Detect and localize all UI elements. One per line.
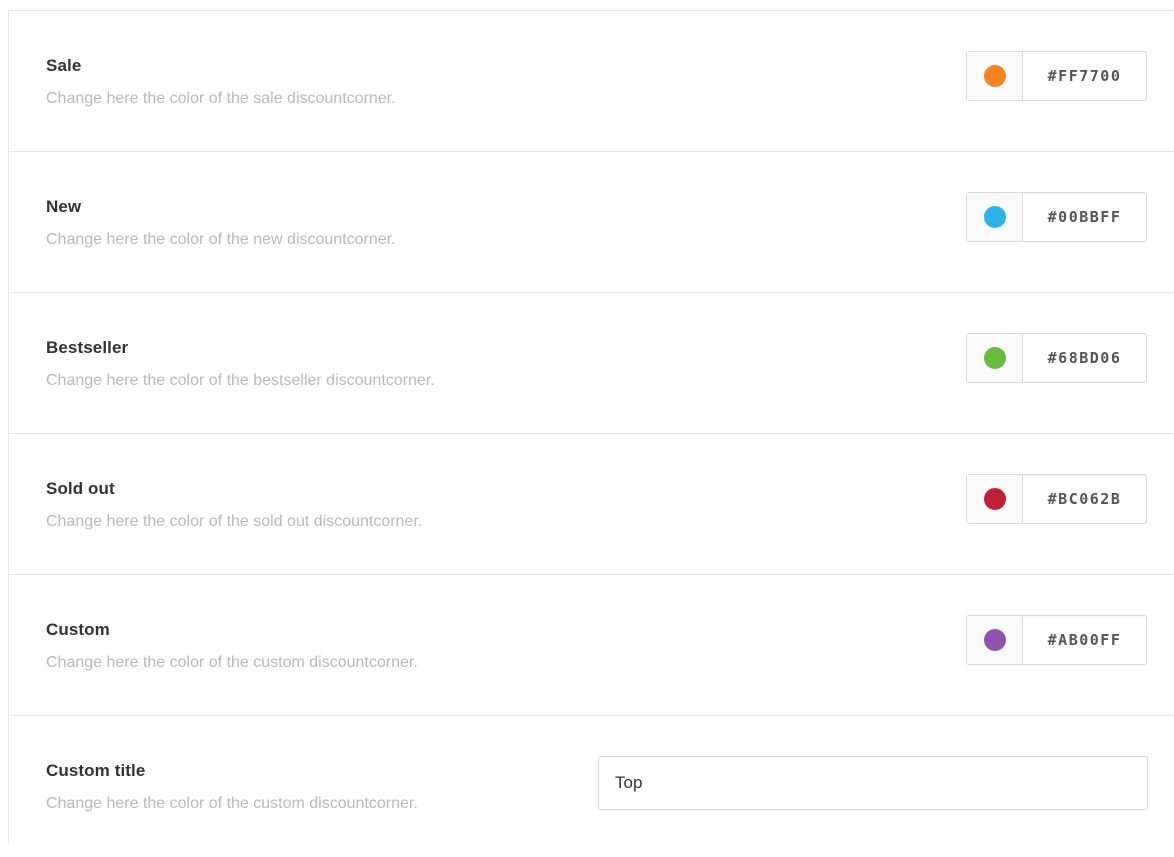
setting-label: New — [46, 197, 82, 216]
hex-value-field[interactable]: #BC062B — [1023, 475, 1146, 523]
setting-label: Custom — [46, 620, 110, 639]
setting-row-bestseller: Bestseller Change here the color of the … — [9, 293, 1174, 434]
hex-value-field[interactable]: #FF7700 — [1023, 52, 1146, 100]
color-picker-new[interactable]: #00BBFF — [966, 192, 1147, 242]
setting-row-sale: Sale Change here the color of the sale d… — [9, 11, 1174, 152]
setting-description: Change here the color of the bestseller … — [46, 372, 435, 389]
color-swatch — [983, 629, 1006, 651]
color-picker-bestseller[interactable]: #68BD06 — [966, 333, 1147, 383]
hex-value-field[interactable]: #68BD06 — [1023, 334, 1146, 382]
custom-title-input[interactable] — [598, 756, 1148, 810]
setting-label: Sale — [46, 56, 82, 75]
color-swatch — [983, 206, 1006, 228]
setting-description: Change here the color of the sale discou… — [46, 90, 396, 107]
setting-label: Sold out — [46, 479, 115, 498]
color-picker-sale[interactable]: #FF7700 — [966, 51, 1147, 101]
color-swatch-button[interactable] — [967, 616, 1023, 664]
discountcorner-settings-panel: Sale Change here the color of the sale d… — [8, 10, 1174, 843]
color-swatch-button[interactable] — [967, 193, 1023, 241]
color-swatch-button[interactable] — [967, 334, 1023, 382]
setting-label: Custom title — [46, 761, 146, 780]
color-picker-custom[interactable]: #AB00FF — [966, 615, 1147, 665]
setting-row-custom: Custom Change here the color of the cust… — [9, 575, 1174, 716]
hex-value-field[interactable]: #00BBFF — [1023, 193, 1146, 241]
color-swatch — [983, 347, 1006, 369]
setting-description: Change here the color of the new discoun… — [46, 231, 396, 248]
setting-description: Change here the color of the custom disc… — [46, 654, 418, 671]
color-swatch — [983, 65, 1006, 87]
color-swatch-button[interactable] — [967, 475, 1023, 523]
color-picker-sold-out[interactable]: #BC062B — [966, 474, 1147, 524]
setting-label: Bestseller — [46, 338, 129, 357]
hex-value-field[interactable]: #AB00FF — [1023, 616, 1146, 664]
setting-row-new: New Change here the color of the new dis… — [9, 152, 1174, 293]
setting-row-sold-out: Sold out Change here the color of the so… — [9, 434, 1174, 575]
color-swatch — [983, 488, 1006, 510]
color-swatch-button[interactable] — [967, 52, 1023, 100]
setting-description: Change here the color of the custom disc… — [46, 795, 418, 812]
setting-row-custom-title: Custom title Change here the color of th… — [9, 716, 1174, 857]
setting-description: Change here the color of the sold out di… — [46, 513, 423, 530]
